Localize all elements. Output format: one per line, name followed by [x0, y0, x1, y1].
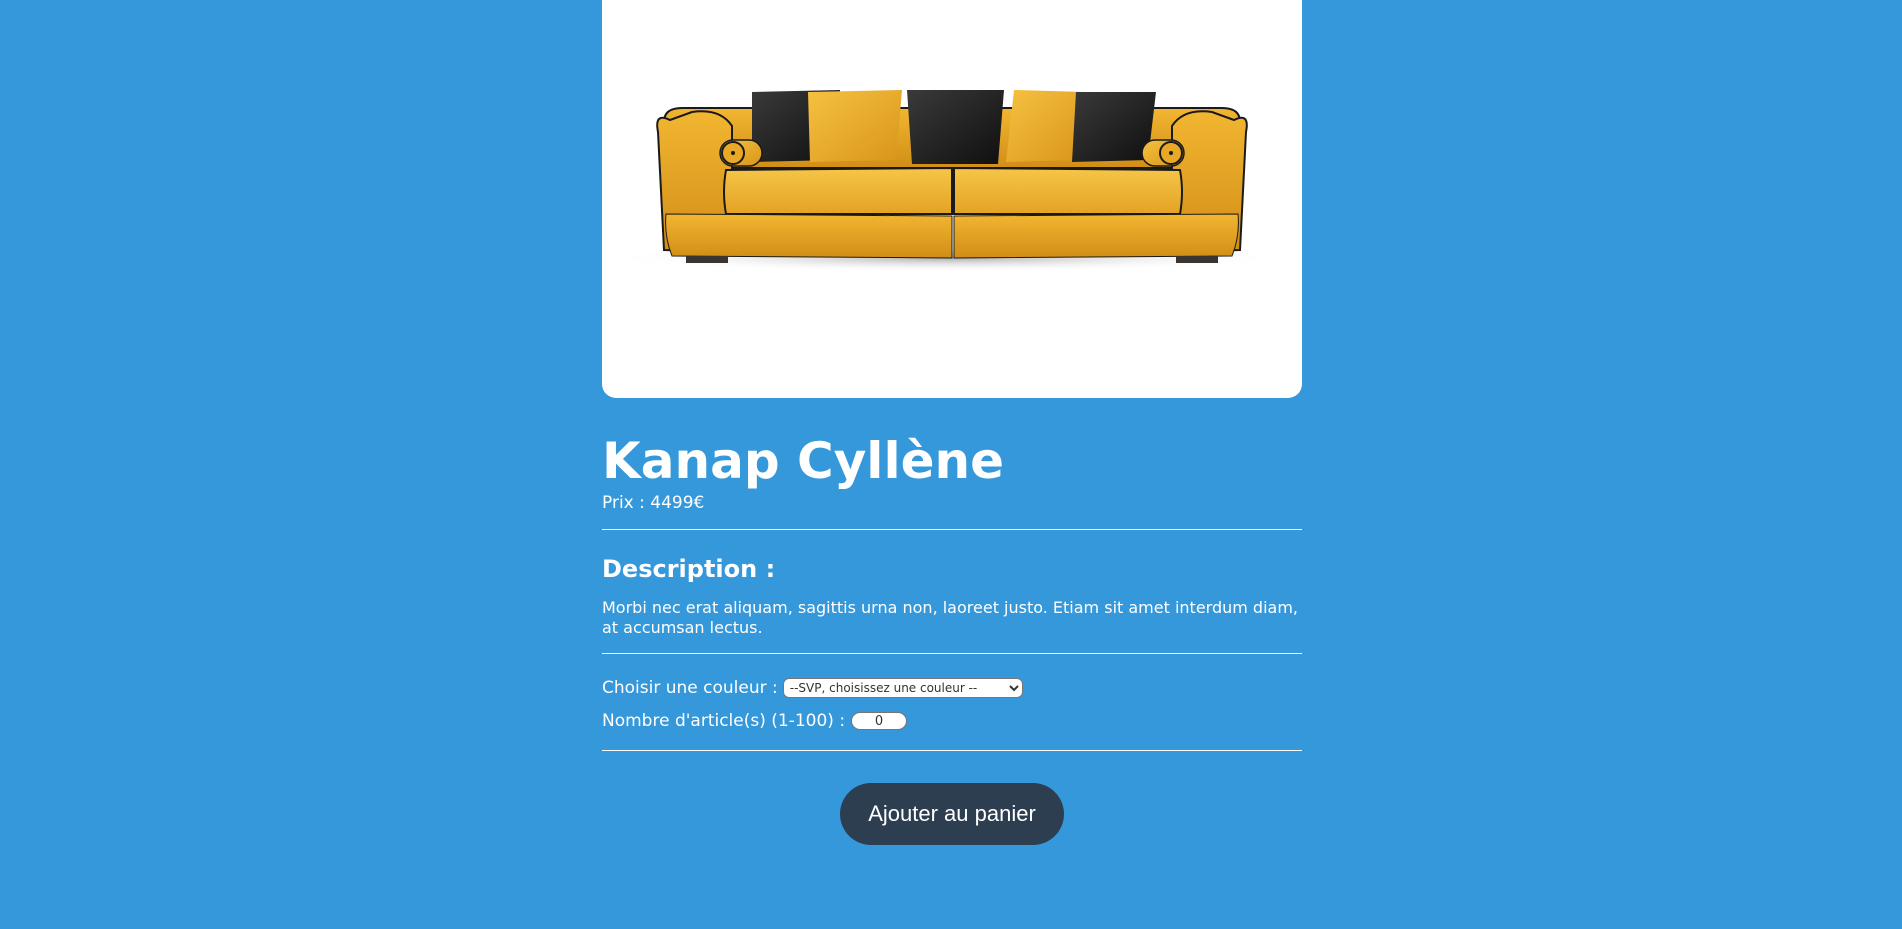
color-setting: Choisir une couleur : --SVP, choisissez … [602, 676, 1023, 700]
price-value: 4499 [650, 493, 694, 513]
product-price: Prix : 4499€ [602, 491, 704, 515]
divider-top [602, 529, 1302, 530]
price-label: Prix : [602, 493, 651, 513]
quantity-label: Nombre d'article(s) (1-100) : [602, 711, 846, 731]
product-image-card [602, 0, 1302, 398]
description-text: Morbi nec erat aliquam, sagittis urna no… [602, 598, 1299, 637]
description-heading: Description : [602, 555, 776, 583]
price-currency: € [693, 493, 705, 513]
divider-middle [602, 653, 1302, 654]
divider-bottom [602, 750, 1302, 751]
product-title: Kanap Cyllène [602, 432, 1005, 490]
add-to-cart-button[interactable]: Ajouter au panier [840, 783, 1064, 845]
quantity-setting: Nombre d'article(s) (1-100) : [602, 709, 908, 733]
sofa-image [607, 90, 1287, 272]
color-label: Choisir une couleur : [602, 678, 778, 698]
quantity-input[interactable] [851, 712, 908, 730]
color-select[interactable]: --SVP, choisissez une couleur -- [782, 678, 1023, 698]
